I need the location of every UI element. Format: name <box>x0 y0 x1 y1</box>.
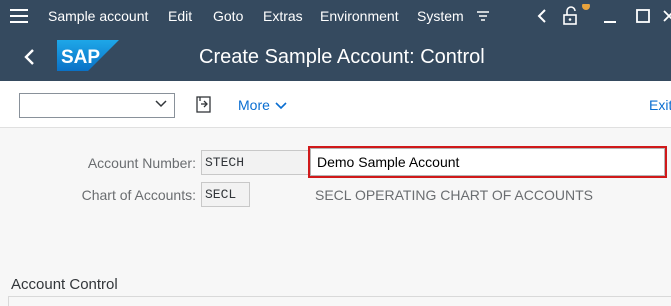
menu-environment[interactable]: Environment <box>320 8 399 24</box>
back-button[interactable] <box>18 44 42 70</box>
menu-more-icon[interactable] <box>474 4 492 28</box>
section-panel <box>8 296 671 306</box>
chevron-down-icon <box>155 100 167 108</box>
menu-edit[interactable]: Edit <box>168 8 192 24</box>
menu-sample-account[interactable]: Sample account <box>48 8 148 24</box>
lock-icon[interactable] <box>560 4 580 28</box>
account-number-field[interactable]: STECH <box>201 150 311 175</box>
more-button[interactable]: More <box>238 97 288 113</box>
exit-button[interactable]: Exit <box>649 97 671 113</box>
more-button-label: More <box>238 97 270 113</box>
account-description-input[interactable]: Demo Sample Account <box>308 146 667 178</box>
title-bar: SAP Create Sample Account: Control <box>0 33 671 81</box>
svg-text:SAP: SAP <box>61 47 100 68</box>
chart-of-accounts-field[interactable]: SECL <box>201 182 250 207</box>
chart-of-accounts-label: Chart of Accounts: <box>81 187 196 203</box>
chevron-left-icon[interactable] <box>534 4 550 28</box>
menu-extras[interactable]: Extras <box>263 8 303 24</box>
export-icon[interactable] <box>193 94 217 116</box>
hamburger-menu-icon[interactable] <box>10 9 28 23</box>
close-icon[interactable] <box>662 4 671 28</box>
chevron-down-icon <box>275 102 287 110</box>
variant-select[interactable] <box>19 93 175 118</box>
toolbar: More Exit <box>0 81 671 128</box>
menu-system[interactable]: System <box>417 8 464 24</box>
decorative-color-icon <box>582 4 592 28</box>
sap-logo: SAP <box>57 40 119 71</box>
page-title: Create Sample Account: Control <box>199 46 485 68</box>
menu-bar: Sample account Edit Goto Extras Environm… <box>0 0 671 33</box>
account-number-label: Account Number: <box>87 155 196 171</box>
chart-of-accounts-description: SECL OPERATING CHART OF ACCOUNTS <box>315 187 593 203</box>
back-arrow-icon <box>24 49 34 65</box>
section-title-account-control: Account Control <box>11 276 118 293</box>
maximize-icon[interactable] <box>633 4 653 28</box>
minimize-icon[interactable] <box>600 4 620 28</box>
menu-goto[interactable]: Goto <box>213 8 243 24</box>
